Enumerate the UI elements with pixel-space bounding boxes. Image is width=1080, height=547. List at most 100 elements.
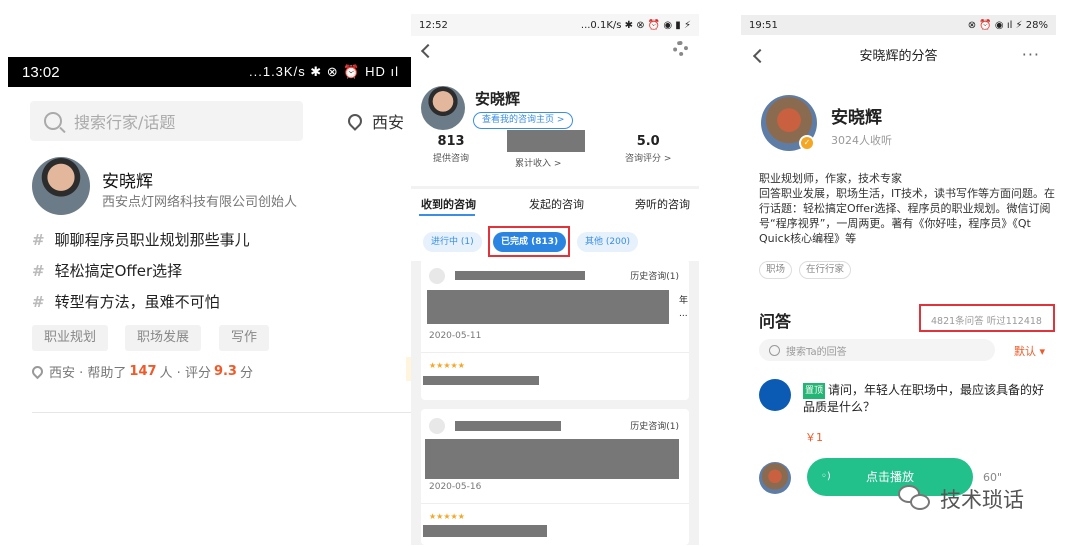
section-title-qa: 问答 <box>759 312 792 331</box>
expert-name[interactable]: 安晓辉 <box>102 167 153 192</box>
watermark: 技术琐话 <box>898 484 1024 514</box>
profile-name: 安晓辉 <box>831 108 882 128</box>
consult-date: 2020-05-16 <box>429 482 482 492</box>
location-pin-icon <box>345 111 365 131</box>
tag[interactable]: 写作 <box>219 325 270 351</box>
question-price: ￥1 <box>805 431 823 444</box>
stat-consults: 813 提供咨询 <box>433 134 469 164</box>
redacted-content <box>425 439 679 479</box>
hash-icon: # <box>32 231 45 249</box>
redacted-comment <box>423 376 539 385</box>
consult-tabs: 收到的咨询 发起的咨询 旁听的咨询 进行中 (1) 已完成 (813) 其他 (… <box>411 189 699 261</box>
stats-suffix: 分 <box>239 366 253 381</box>
content-ellipsis: ... <box>679 309 688 319</box>
watermark-text: 技术琐话 <box>940 488 1024 512</box>
tag[interactable]: 职场 <box>759 261 793 279</box>
stat-label: 咨询评分 > <box>625 154 672 164</box>
question-text: 请问，年轻人在职场中，最应该具备的好品质是什么？ <box>803 383 1045 414</box>
question-item[interactable]: 置顶 请问，年轻人在职场中，最应该具备的好品质是什么？ <box>803 382 1053 415</box>
rating-stars: ★★★★★ <box>429 361 465 370</box>
consult-card[interactable]: 历史咨询(1) 2020-05-16 ★★★★★ <box>421 409 689 545</box>
wechat-logo-icon <box>898 485 932 513</box>
chip-other[interactable]: 其他 (200) <box>577 232 639 252</box>
rating-stars: ★★★★★ <box>429 512 465 521</box>
tag[interactable]: 职场发展 <box>125 325 202 351</box>
expert-stats: 西安 · 帮助了 147 人 · 评分 9.3 分 <box>29 362 253 381</box>
topic-item[interactable]: # 转型有方法，虽难不可怕 <box>32 291 220 312</box>
verified-badge-icon: ✓ <box>799 135 815 151</box>
divider <box>32 412 412 413</box>
history-label: 历史咨询(1) <box>630 272 679 282</box>
back-icon[interactable] <box>420 43 436 59</box>
tab-initiated[interactable]: 发起的咨询 <box>529 196 584 212</box>
redacted-income <box>507 130 585 152</box>
hash-icon: # <box>32 262 45 280</box>
topic-label: 聊聊程序员职业规划那些事儿 <box>54 231 250 249</box>
search-input[interactable]: 搜索行家/话题 <box>30 101 303 141</box>
sort-dropdown[interactable]: 默认 ▾ <box>1014 343 1045 359</box>
avatar <box>759 462 791 494</box>
homepage-link[interactable]: 查看我的咨询主页 > <box>473 112 574 129</box>
expert-title: 西安点灯网络科技有限公司创始人 <box>102 195 298 210</box>
status-bar: 12:52 ...0.1K/s ✱ ⊗ ⏰ ◉ ▮ ⚡ <box>411 14 699 36</box>
topic-item[interactable]: # 聊聊程序员职业规划那些事儿 <box>32 229 250 250</box>
redacted-title <box>455 271 585 280</box>
stat-value: 5.0 <box>636 134 660 149</box>
hash-icon: # <box>32 293 45 311</box>
audio-duration: 60" <box>983 471 1003 484</box>
consult-date: 2020-05-11 <box>429 331 482 341</box>
profile-bio: 职业规划师，作家，技术专家 回答职业发展，职场生活，IT技术，读书写作等方面问题… <box>759 172 1055 245</box>
tab-observed[interactable]: 旁听的咨询 <box>635 196 690 212</box>
stat-income[interactable]: 累计收入 > <box>515 154 561 169</box>
follower-count: 3024人收听 <box>831 134 892 147</box>
status-bar: 13:02 ...1.3K/s ✱ ⊗ ⏰ HD ıl <box>8 57 413 87</box>
page-title: 安晓辉的分答 <box>859 49 938 64</box>
stat-rating[interactable]: 5.0 咨询评分 > <box>625 134 671 164</box>
consult-card[interactable]: 历史咨询(1) 年 ... 2020-05-11 ★★★★★ <box>421 259 689 400</box>
tag[interactable]: 在行行家 <box>799 261 852 279</box>
rating-score: 9.3 <box>213 364 237 379</box>
redacted-title <box>455 421 561 431</box>
tag[interactable]: 职业规划 <box>32 325 109 351</box>
status-icons: ...0.1K/s ✱ ⊗ ⏰ ◉ ▮ ⚡ <box>580 19 691 31</box>
play-label: 点击播放 <box>865 470 914 484</box>
redacted-content <box>427 290 669 324</box>
gear-icon[interactable] <box>673 41 688 56</box>
redacted-comment <box>423 525 547 537</box>
avatar[interactable] <box>421 86 465 130</box>
avatar[interactable] <box>32 157 90 215</box>
search-icon <box>44 112 62 130</box>
location-selector[interactable]: 西安 <box>345 109 404 133</box>
screen-expert-search: 13:02 ...1.3K/s ✱ ⊗ ⏰ HD ıl 搜索行家/话题 西安 安… <box>8 57 413 435</box>
avatar <box>429 268 445 284</box>
status-icons: ...1.3K/s ✱ ⊗ ⏰ HD ıl <box>249 64 399 79</box>
divider <box>421 503 689 504</box>
status-bar: 19:51 ⊗ ⏰ ◉ ıl ⚡ 28% <box>741 15 1056 35</box>
status-icons: ⊗ ⏰ ◉ ıl ⚡ 28% <box>967 19 1048 31</box>
avatar <box>429 418 445 434</box>
tab-received[interactable]: 收到的咨询 <box>421 196 476 212</box>
avatar <box>759 379 791 411</box>
status-time: 19:51 <box>749 19 778 31</box>
profile-header: 安晓辉 查看我的咨询主页 > 813 提供咨询 累计收入 > 5.0 咨询评分 … <box>411 36 699 186</box>
pinned-badge: 置顶 <box>803 383 826 399</box>
divider <box>421 352 689 353</box>
profile-name: 安晓辉 <box>475 90 521 108</box>
highlight-box <box>488 226 570 257</box>
topic-label: 转型有方法，虽难不可怕 <box>54 293 220 311</box>
topic-item[interactable]: # 轻松搞定Offer选择 <box>32 260 182 281</box>
stats-prefix: 西安 · 帮助了 <box>49 366 127 381</box>
stat-value: 813 <box>437 134 465 149</box>
search-icon <box>769 344 780 356</box>
search-placeholder: 搜索行家/话题 <box>74 113 176 132</box>
sound-wave-icon: ◦) <box>821 471 831 482</box>
more-icon[interactable]: ··· <box>1022 45 1040 64</box>
chip-in-progress[interactable]: 进行中 (1) <box>423 232 482 252</box>
tab-indicator <box>419 214 475 216</box>
content-tail: 年 <box>679 296 689 306</box>
search-placeholder: 搜索Ta的回答 <box>786 346 847 358</box>
status-time: 13:02 <box>22 63 60 81</box>
history-label: 历史咨询(1) <box>630 422 679 432</box>
search-input[interactable]: 搜索Ta的回答 <box>759 339 995 361</box>
topic-label: 轻松搞定Offer选择 <box>54 262 183 280</box>
